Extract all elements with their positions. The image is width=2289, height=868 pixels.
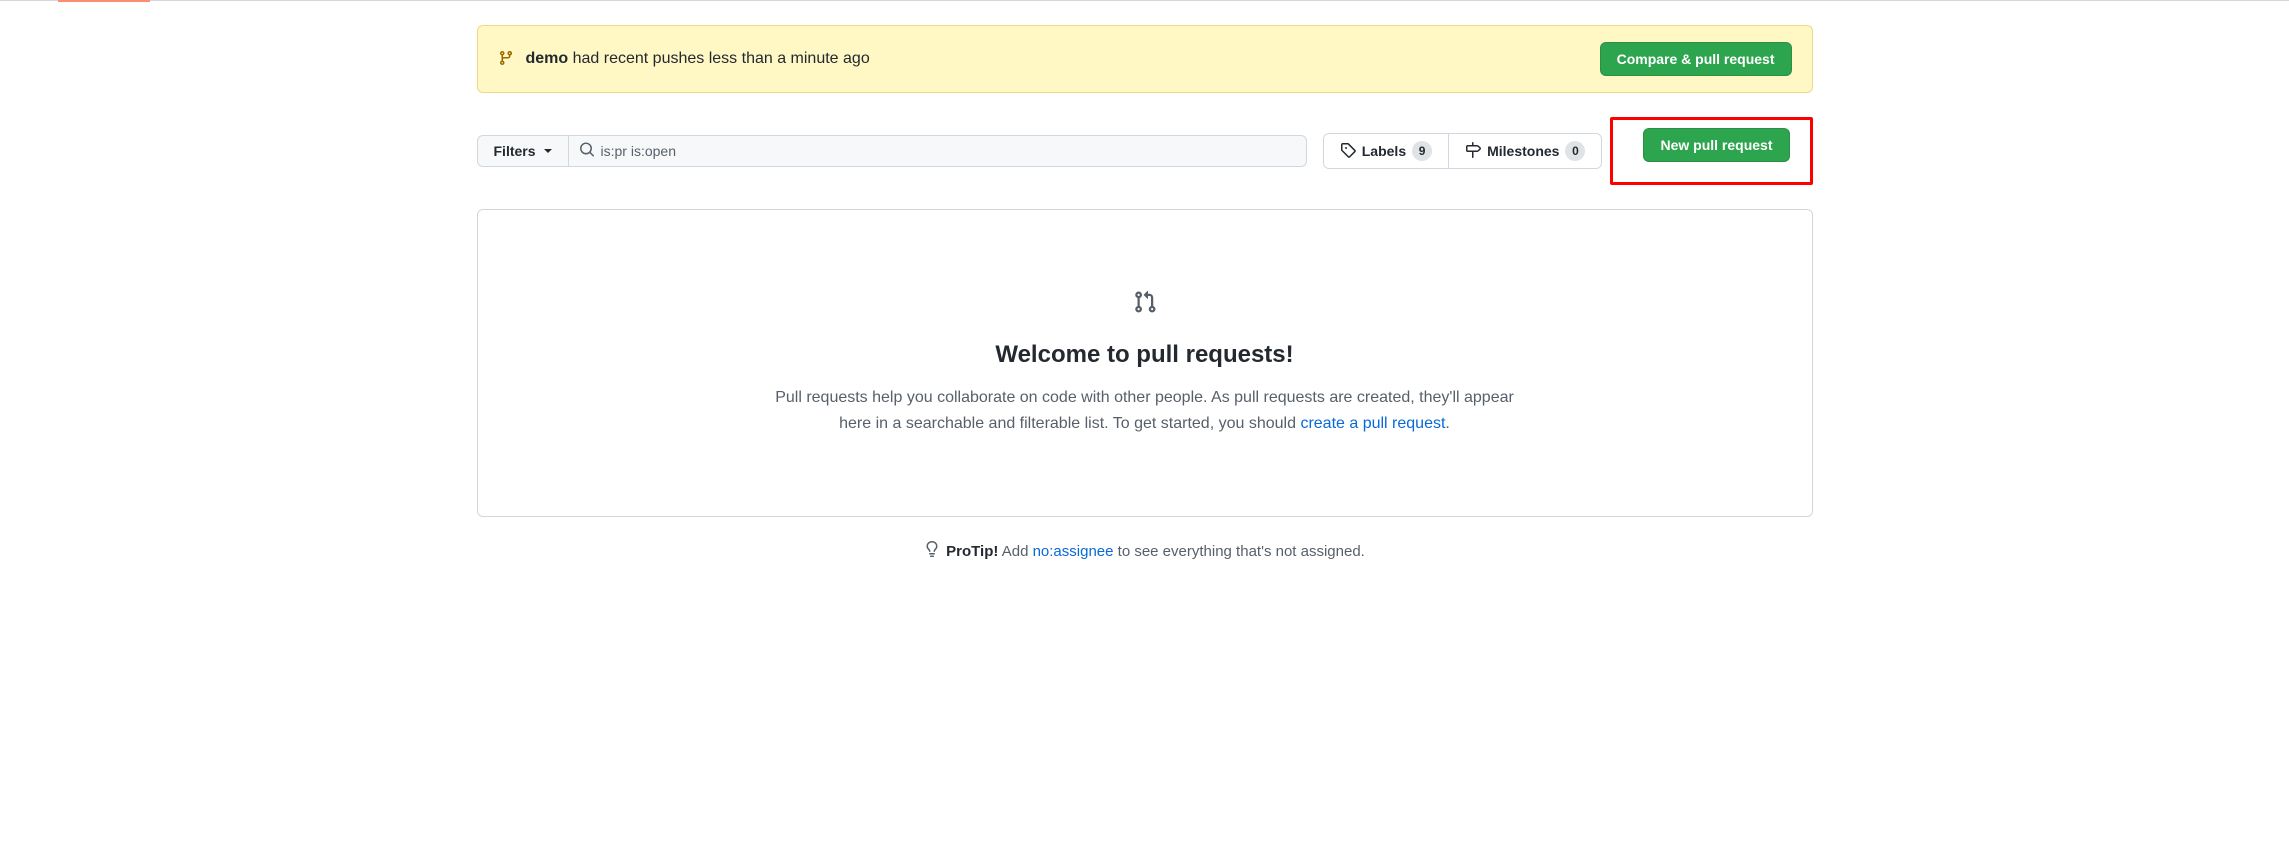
protip-label: ProTip!: [946, 543, 998, 560]
banner-message: had recent pushes less than a minute ago: [573, 50, 870, 67]
milestones-text: Milestones: [1487, 143, 1559, 159]
branch-name: demo: [526, 50, 569, 67]
top-border: [0, 0, 2289, 1]
protip-content: ProTip! Add no:assignee to see everythin…: [946, 543, 1365, 560]
search-wrapper: [569, 135, 1307, 167]
empty-state-description: Pull requests help you collaborate on co…: [765, 385, 1525, 436]
protip: ProTip! Add no:assignee to see everythin…: [477, 541, 1813, 561]
empty-state-title: Welcome to pull requests!: [518, 341, 1772, 369]
main-container: demo had recent pushes less than a minut…: [445, 25, 1845, 561]
pull-request-icon: [518, 290, 1772, 317]
search-input[interactable]: [569, 135, 1307, 167]
git-branch-icon: [498, 50, 514, 69]
search-icon: [579, 142, 595, 161]
compare-pull-request-button[interactable]: Compare & pull request: [1600, 42, 1792, 76]
filter-search-group: Filters: [477, 135, 1307, 167]
labels-count: 9: [1412, 141, 1432, 161]
banner-content: demo had recent pushes less than a minut…: [498, 50, 870, 69]
caret-down-icon: [544, 149, 552, 153]
empty-state: Welcome to pull requests! Pull requests …: [477, 209, 1813, 517]
toolbar: Filters Labels 9: [477, 117, 1813, 185]
recent-push-banner: demo had recent pushes less than a minut…: [477, 25, 1813, 93]
create-pull-request-link[interactable]: create a pull request: [1300, 415, 1445, 432]
new-pull-request-button[interactable]: New pull request: [1643, 128, 1789, 162]
protip-link[interactable]: no:assignee: [1033, 543, 1114, 560]
milestone-icon: [1465, 142, 1481, 161]
lightbulb-icon: [924, 541, 940, 561]
highlight-annotation: New pull request: [1610, 117, 1812, 185]
labels-milestones-nav: Labels 9 Milestones 0: [1323, 133, 1603, 169]
protip-text-after: to see everything that's not assigned.: [1113, 543, 1364, 560]
description-text-2: .: [1445, 415, 1449, 432]
filters-button[interactable]: Filters: [477, 135, 569, 167]
milestones-link[interactable]: Milestones 0: [1449, 134, 1601, 168]
banner-text: demo had recent pushes less than a minut…: [526, 50, 870, 68]
labels-link[interactable]: Labels 9: [1324, 134, 1449, 168]
tab-indicator: [58, 0, 150, 2]
tag-icon: [1340, 142, 1356, 161]
filters-label: Filters: [494, 143, 536, 159]
labels-text: Labels: [1362, 143, 1406, 159]
milestones-count: 0: [1565, 141, 1585, 161]
protip-text-before: Add: [1002, 543, 1033, 560]
